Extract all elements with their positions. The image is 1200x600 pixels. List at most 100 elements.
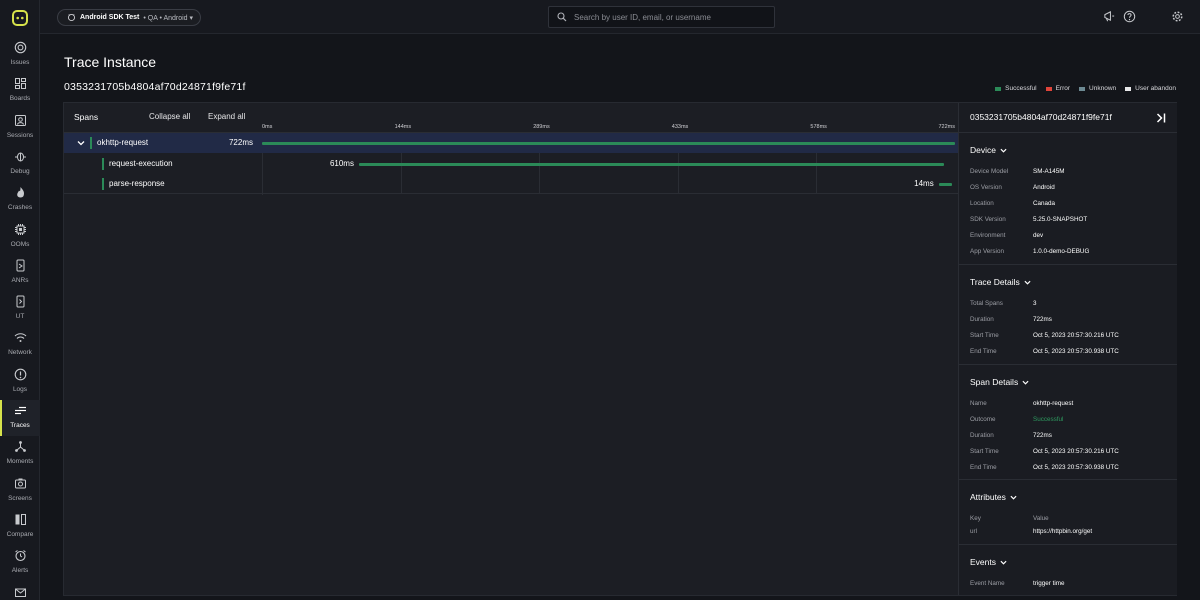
expand-all-button[interactable]: Expand all — [208, 112, 245, 121]
detail-key: url — [970, 528, 977, 535]
legend-item: Unknown — [1079, 85, 1116, 92]
nav-item-label: Screens — [8, 494, 32, 502]
left-nav: Issues Boards Sessions Debug Crashes OOMs ANRs… — [0, 0, 40, 600]
section-toggle[interactable]: Trace Details — [970, 277, 1031, 287]
axis-tick-label: 144ms — [394, 124, 412, 130]
legend-swatch — [1045, 86, 1052, 91]
announcement-icon[interactable] — [1103, 10, 1116, 23]
axis-tick-label: 289ms — [533, 124, 550, 130]
top-bar: Android SDK Test • QA • Android ▾ — [40, 0, 1200, 34]
span-name[interactable]: okhttp-request — [97, 138, 148, 147]
section-title: Span Details — [970, 377, 1019, 387]
logs-icon — [14, 368, 26, 381]
detail-value: Canada — [1033, 200, 1056, 207]
collapse-all-button[interactable]: Collapse all — [149, 112, 190, 121]
mail-icon — [14, 588, 26, 597]
chevron-down-icon[interactable] — [77, 139, 85, 147]
nav-item-traces[interactable]: Traces — [0, 400, 40, 436]
search-input[interactable] — [574, 12, 764, 22]
span-bar[interactable] — [358, 162, 945, 166]
span-duration: 14ms — [914, 179, 934, 188]
nav-item-issues[interactable]: Issues — [0, 37, 40, 73]
detail-key: Start Time — [970, 448, 999, 455]
legend-swatch — [1079, 86, 1086, 91]
detail-key: Name — [970, 400, 987, 407]
section-toggle[interactable]: Device — [970, 145, 1007, 155]
nav-item-anrs[interactable]: ANRs — [0, 255, 40, 291]
detail-value: 3 — [1033, 300, 1037, 307]
collapse-sidebar-icon[interactable] — [1155, 112, 1167, 124]
nav-item-network[interactable]: Network — [0, 327, 40, 363]
span-status-marker — [102, 157, 104, 170]
span-bar[interactable] — [262, 142, 955, 145]
nav-item-moments[interactable]: Moments — [0, 436, 40, 472]
legend-item: Successful — [995, 85, 1037, 92]
chevron-down-icon — [1022, 380, 1029, 385]
nav-item-label: UT — [15, 313, 25, 321]
span-row[interactable]: parse-response 14ms — [64, 174, 958, 194]
section-title: Attributes — [970, 492, 1006, 502]
detail-value: SM-A145M — [1033, 168, 1065, 175]
nav-item-ooms[interactable]: OOMs — [0, 219, 40, 255]
detail-key: Duration — [970, 316, 994, 323]
span-bar[interactable] — [938, 183, 953, 186]
nav-item-boards[interactable]: Boards — [0, 73, 40, 109]
chevron-down-icon — [1024, 280, 1031, 285]
span-row[interactable]: request-execution 610ms — [64, 154, 958, 174]
section-attributes: Attributes Key Value url https://httpbin.org… — [959, 479, 1177, 544]
nav-item-label: Sessions — [6, 131, 34, 139]
app-logo-icon[interactable] — [12, 10, 28, 26]
app-selector[interactable]: Android SDK Test • QA • Android ▾ — [57, 9, 201, 26]
nav-item-label: Logs — [12, 385, 28, 393]
settings-gear-icon[interactable] — [1171, 10, 1184, 23]
nav-item-crashes[interactable]: Crashes — [0, 182, 40, 218]
nav-item-alerts[interactable]: Alerts — [0, 545, 40, 581]
nav-item-label: OOMs — [10, 240, 30, 248]
nav-item-label: Compare — [6, 530, 34, 538]
legend-label: Successful — [1005, 85, 1037, 92]
moments-icon — [14, 441, 26, 453]
nav-item-logs[interactable]: Logs — [0, 364, 40, 400]
span-row[interactable]: okhttp-request 722ms — [64, 133, 958, 153]
nav-item-label: Alerts — [11, 567, 29, 575]
user-search[interactable] — [548, 6, 775, 28]
nav-item-screens[interactable]: Screens — [0, 473, 40, 509]
detail-value: Android — [1033, 184, 1055, 191]
detail-value: okhttp-request — [1033, 400, 1074, 407]
section-title: Events — [970, 557, 996, 567]
legend-label: User abandon — [1135, 85, 1176, 92]
nav-item-debug[interactable]: Debug — [0, 146, 40, 182]
axis-tick-label: 578ms — [810, 124, 827, 130]
section-toggle[interactable]: Attributes — [970, 492, 1017, 502]
detail-key: App Version — [970, 248, 1004, 255]
help-icon[interactable] — [1123, 10, 1136, 23]
ooms-icon — [14, 223, 26, 235]
nav-item-label: Traces — [10, 422, 30, 429]
span-status-marker — [102, 178, 104, 190]
trace-id: 0353231705b4804af70d24871f9fe71f — [64, 81, 246, 93]
detail-key: Device Model — [970, 168, 1009, 175]
search-icon — [557, 12, 567, 22]
nav-item-ut[interactable]: UT — [0, 291, 40, 327]
span-name[interactable]: parse-response — [109, 179, 165, 188]
nav-item-mail[interactable] — [0, 582, 40, 600]
section-toggle[interactable]: Events — [970, 557, 1007, 567]
android-icon — [67, 13, 76, 22]
chevron-down-icon — [1000, 560, 1007, 565]
compare-icon — [15, 513, 26, 525]
span-name[interactable]: request-execution — [109, 159, 173, 168]
nav-item-sessions[interactable]: Sessions — [0, 110, 40, 146]
span-duration: 610ms — [329, 158, 354, 168]
detail-key: End Time — [970, 464, 997, 471]
legend-item: Error — [1045, 85, 1070, 92]
screens-icon — [14, 478, 26, 489]
detail-key: Location — [970, 200, 994, 207]
detail-value: https://httpbin.org/get — [1033, 528, 1093, 535]
section-events: EventsEvent Nametrigger timeTimestampOct… — [959, 544, 1177, 595]
nav-item-compare[interactable]: Compare — [0, 509, 40, 545]
axis-tick-label: 0ms — [262, 124, 273, 130]
section-toggle[interactable]: Span Details — [970, 377, 1029, 387]
issues-icon — [14, 41, 26, 54]
axis-tick-label: 433ms — [671, 124, 689, 130]
detail-value: 722ms — [1033, 432, 1052, 439]
